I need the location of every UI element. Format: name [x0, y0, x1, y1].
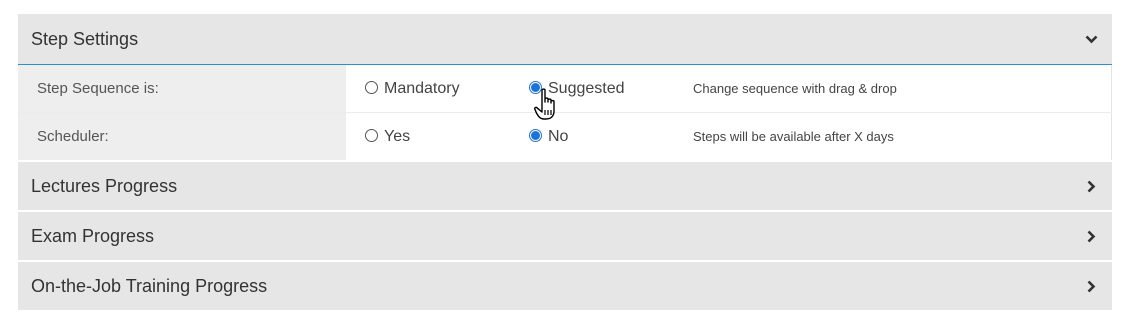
radio-yes[interactable]: Yes — [365, 113, 410, 160]
step-sequence-row: Step Sequence is: Mandatory Suggested Ch… — [18, 65, 1112, 113]
chevron-right-icon[interactable] — [1084, 179, 1098, 193]
scheduler-options: Yes No Steps will be available after X d… — [346, 113, 1112, 160]
radio-yes-label: Yes — [384, 127, 411, 145]
scheduler-row: Scheduler: Yes No Steps will be availabl… — [18, 113, 1112, 160]
radio-no-label: No — [548, 127, 569, 145]
hand-pointer-icon — [534, 88, 564, 122]
exam-progress-header[interactable]: Exam Progress — [18, 210, 1112, 260]
radio-mandatory-circle[interactable] — [365, 81, 378, 94]
lectures-progress-title: Lectures Progress — [31, 175, 178, 196]
exam-progress-title: Exam Progress — [31, 225, 155, 246]
radio-mandatory[interactable]: Mandatory — [365, 65, 460, 112]
chevron-right-icon[interactable] — [1084, 229, 1098, 243]
step-settings-title: Step Settings — [31, 28, 139, 49]
step-sequence-label: Step Sequence is: — [18, 65, 346, 112]
step-settings-body: Step Sequence is: Mandatory Suggested Ch… — [18, 65, 1112, 160]
step-sequence-hint: Change sequence with drag & drop — [693, 81, 897, 96]
step-settings-header[interactable]: Step Settings — [18, 14, 1112, 65]
ojt-progress-title: On-the-Job Training Progress — [31, 275, 268, 296]
chevron-right-icon[interactable] — [1084, 279, 1098, 293]
ojt-progress-header[interactable]: On-the-Job Training Progress — [18, 260, 1112, 310]
settings-accordion: Step Settings Step Sequence is: Mandator… — [18, 14, 1112, 310]
step-sequence-options: Mandatory Suggested Change sequence with… — [346, 65, 1112, 112]
lectures-progress-header[interactable]: Lectures Progress — [18, 160, 1112, 210]
radio-mandatory-label: Mandatory — [384, 79, 460, 97]
chevron-down-icon[interactable] — [1084, 32, 1098, 46]
scheduler-hint: Steps will be available after X days — [693, 129, 894, 144]
scheduler-label: Scheduler: — [18, 113, 346, 160]
radio-yes-circle[interactable] — [365, 129, 378, 142]
radio-no-circle[interactable] — [529, 129, 542, 142]
